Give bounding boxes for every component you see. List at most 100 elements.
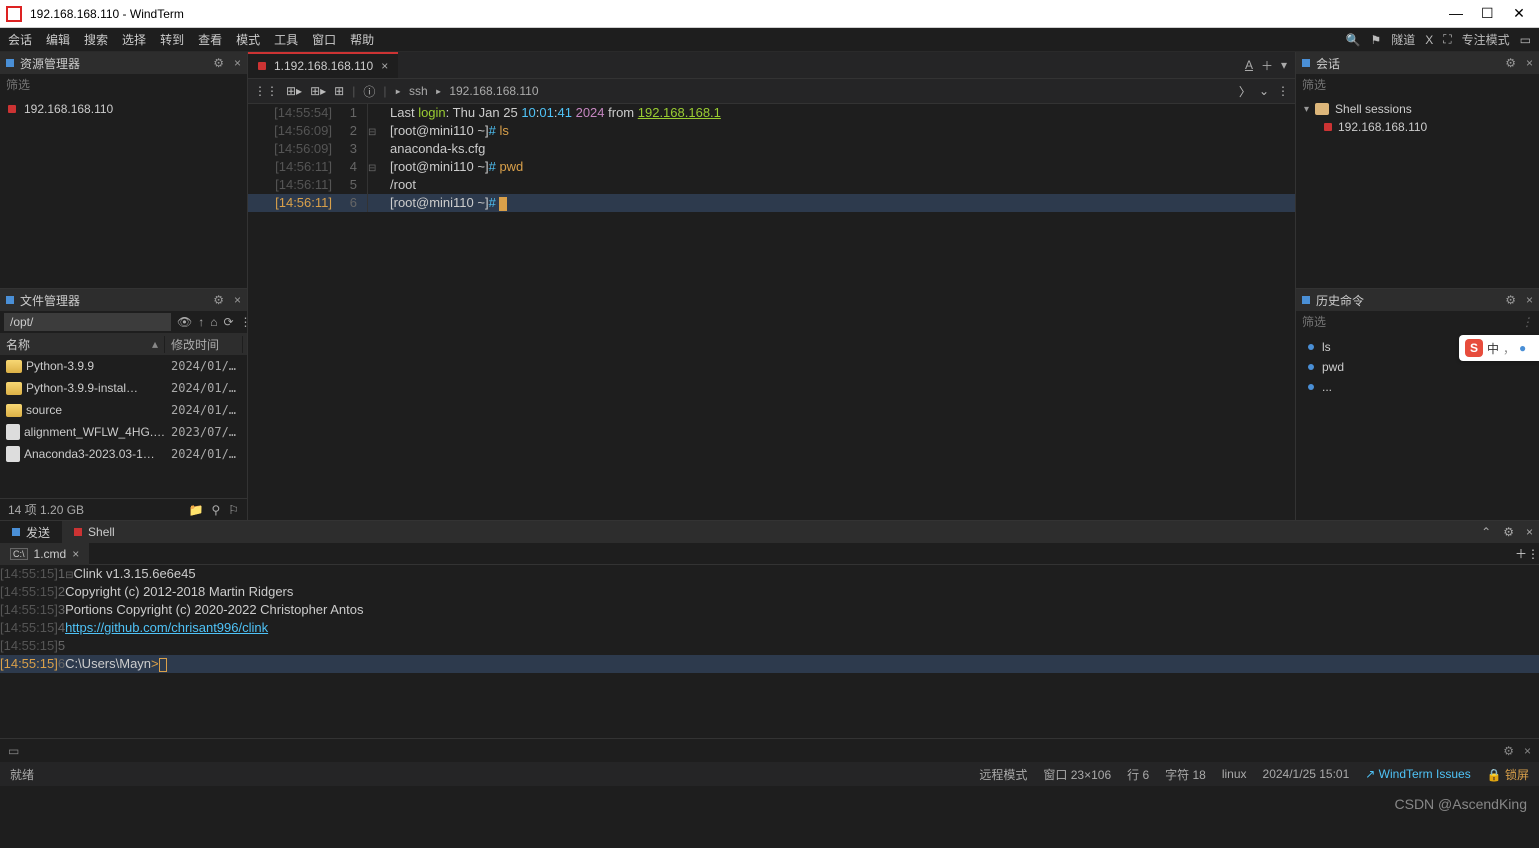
- menu-view[interactable]: 查看: [198, 31, 222, 48]
- menu-edit[interactable]: 编辑: [46, 31, 70, 48]
- maximize-button[interactable]: ☐: [1481, 5, 1493, 22]
- flag-icon[interactable]: ⚑: [1370, 33, 1381, 47]
- file-row[interactable]: Python-3.9.9-instal…2024/01/19: [0, 377, 247, 399]
- menu-select[interactable]: 选择: [122, 31, 146, 48]
- history-settings-icon[interactable]: ⚙: [1505, 293, 1516, 307]
- fold-icon[interactable]: ⊟: [368, 163, 376, 174]
- info-icon[interactable]: ⓘ: [363, 83, 375, 100]
- file-mgr-path-input[interactable]: [4, 313, 171, 331]
- bottom-tab-send[interactable]: 发送: [0, 521, 62, 543]
- focus-icon[interactable]: ⛶: [1443, 32, 1451, 47]
- history-close-icon[interactable]: ×: [1526, 293, 1533, 307]
- folder-icon: [6, 360, 22, 373]
- file-row[interactable]: Anaconda3-2023.03-1…2024/01/19: [0, 443, 247, 465]
- sessions-item[interactable]: 192.168.168.110: [1296, 118, 1539, 136]
- history-more-icon[interactable]: ⋮: [1521, 315, 1533, 329]
- sessions-close-icon[interactable]: ×: [1526, 56, 1533, 70]
- bottom-subtab[interactable]: C:\ 1.cmd ×: [0, 543, 89, 565]
- line-number: 6: [350, 195, 357, 210]
- sessions-filter-input[interactable]: [1302, 78, 1533, 92]
- launch-close-icon[interactable]: ×: [1524, 744, 1531, 758]
- marker-icon[interactable]: ⚐: [228, 503, 239, 517]
- subtab-label: 1.cmd: [34, 547, 67, 561]
- kebab-icon[interactable]: ⋮: [1277, 84, 1289, 98]
- timestamp: [14:55:15]: [0, 656, 58, 671]
- line-number: 5: [350, 177, 357, 192]
- terminal-tab[interactable]: 1.192.168.168.110 ×: [248, 52, 398, 78]
- menu-help[interactable]: 帮助: [350, 31, 374, 48]
- file-mgr-close-icon[interactable]: ×: [234, 293, 241, 307]
- terminal-output[interactable]: [14:55:54]1Last login: Thu Jan 25 10:01:…: [248, 104, 1295, 520]
- subtab-more-icon[interactable]: ⋮: [1527, 547, 1539, 561]
- close-button[interactable]: ✕: [1513, 5, 1525, 22]
- home-icon[interactable]: ⌂: [210, 315, 217, 329]
- split-add2-icon[interactable]: ⊞▸: [310, 84, 326, 98]
- timestamp: [14:55:15]: [0, 602, 58, 617]
- subtab-add-icon[interactable]: ＋: [1515, 545, 1527, 562]
- file-row[interactable]: source2024/01/25: [0, 399, 247, 421]
- file-row[interactable]: Python-3.9.92024/01/19: [0, 355, 247, 377]
- line-number: 3: [58, 602, 65, 617]
- tab-close-icon[interactable]: ×: [381, 59, 388, 73]
- status-lock[interactable]: 🔒 锁屏: [1487, 766, 1529, 783]
- search-icon[interactable]: 🔍: [1345, 33, 1360, 47]
- tab-indicator-icon: [74, 528, 82, 536]
- menu-mode[interactable]: 模式: [236, 31, 260, 48]
- file-row[interactable]: alignment_WFLW_4HG.…2023/07/03: [0, 421, 247, 443]
- location-icon[interactable]: ⚲: [211, 503, 220, 517]
- tab-a-label[interactable]: A: [1245, 58, 1253, 72]
- bottom-settings-icon[interactable]: ⚙: [1497, 525, 1520, 539]
- tab-add-icon[interactable]: ＋: [1261, 57, 1273, 74]
- history-item[interactable]: ...: [1296, 377, 1539, 397]
- explorer-settings-icon[interactable]: ⚙: [213, 56, 224, 70]
- fold-icon[interactable]: ⊟: [65, 570, 73, 581]
- panel-indicator-icon: [1302, 59, 1310, 67]
- fold-icon[interactable]: ⊟: [368, 127, 376, 138]
- file-mgr-settings-icon[interactable]: ⚙: [213, 293, 224, 307]
- drag-handle-icon[interactable]: ⋮⋮: [254, 84, 278, 98]
- sessions-settings-icon[interactable]: ⚙: [1505, 56, 1516, 70]
- newfolder-icon[interactable]: 📁: [188, 503, 203, 517]
- status-window: 窗口 23×106: [1043, 766, 1111, 783]
- menu-session[interactable]: 会话: [8, 31, 32, 48]
- menu-goto[interactable]: 转到: [160, 31, 184, 48]
- col-date-header[interactable]: 修改时间: [165, 336, 243, 353]
- tunnel-label[interactable]: 隧道: [1391, 31, 1415, 48]
- tray-icon[interactable]: ▭: [8, 744, 19, 758]
- bottom-collapse-icon[interactable]: ⌃: [1475, 525, 1497, 539]
- status-issues-link[interactable]: ↗ WindTerm Issues: [1365, 767, 1470, 781]
- bottom-terminal[interactable]: [14:55:15]1⊟Clink v1.3.15.6e6e45[14:55:1…: [0, 565, 1539, 738]
- expand-icon: ▾: [1304, 104, 1309, 115]
- up-icon[interactable]: ↑: [198, 315, 204, 329]
- tab-menu-icon[interactable]: ▾: [1281, 58, 1287, 72]
- layout-icon[interactable]: ▭: [1520, 33, 1531, 47]
- subtab-close-icon[interactable]: ×: [72, 547, 79, 561]
- explorer-item[interactable]: 192.168.168.110: [0, 100, 247, 118]
- focus-mode-label[interactable]: 专注模式: [1462, 31, 1510, 48]
- menu-tools[interactable]: 工具: [274, 31, 298, 48]
- tab-indicator-icon: [12, 528, 20, 536]
- timestamp: [14:56:09]: [274, 123, 332, 138]
- file-name: Python-3.9.9: [26, 359, 94, 373]
- minimize-button[interactable]: —: [1449, 5, 1461, 22]
- x-label[interactable]: X: [1425, 33, 1433, 47]
- dropdown-icon[interactable]: ⌄: [1259, 84, 1269, 98]
- scroll-end-icon[interactable]: 〉: [1239, 83, 1251, 100]
- split-add-icon[interactable]: ⊞▸: [286, 84, 302, 98]
- bottom-close-icon[interactable]: ×: [1520, 525, 1539, 539]
- launch-settings-icon[interactable]: ⚙: [1503, 744, 1514, 758]
- ime-bar[interactable]: S 中 ， ●: [1459, 335, 1539, 361]
- sessions-folder[interactable]: ▾ Shell sessions: [1296, 100, 1539, 118]
- history-filter-input[interactable]: [1302, 315, 1521, 329]
- menu-window[interactable]: 窗口: [312, 31, 336, 48]
- split-add3-icon[interactable]: ⊞: [334, 84, 344, 98]
- explorer-close-icon[interactable]: ×: [234, 56, 241, 70]
- bottom-tab-shell[interactable]: Shell: [62, 521, 127, 543]
- explorer-filter-input[interactable]: [6, 78, 241, 92]
- eye-icon[interactable]: 👁: [177, 315, 192, 329]
- refresh-icon[interactable]: ⟳: [223, 315, 233, 329]
- line-content: anaconda-ks.cfg: [382, 140, 1295, 158]
- col-name-header[interactable]: 名称▴: [0, 336, 165, 353]
- menu-search[interactable]: 搜索: [84, 31, 108, 48]
- window-controls: — ☐ ✕: [1449, 5, 1533, 22]
